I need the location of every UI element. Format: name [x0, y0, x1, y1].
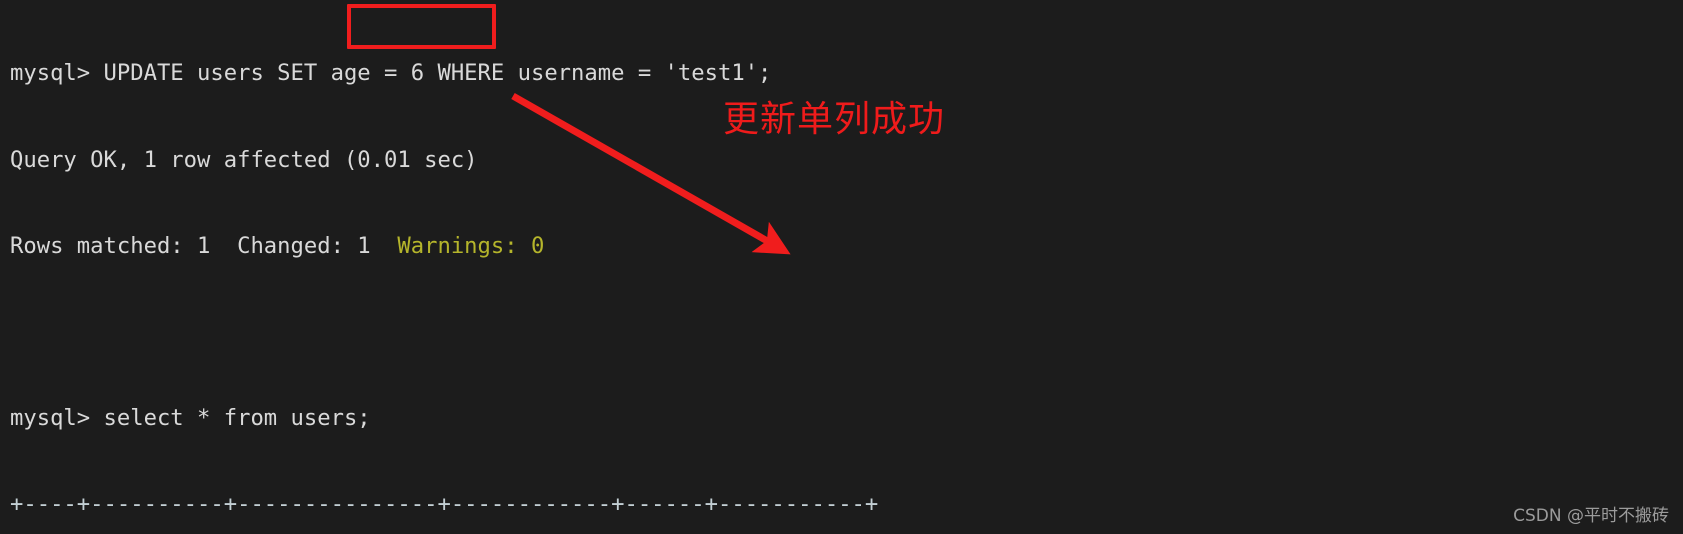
table-border-top: +----+----------+---------------+-------… [10, 490, 879, 517]
terminal-line: Query OK, 1 row affected (0.01 sec) [10, 146, 478, 173]
terminal-line: Rows matched: 1 Changed: 1 Warnings: 0 [10, 232, 878, 261]
warnings-text: Warnings: 0 [397, 232, 545, 259]
terminal-line: mysql> UPDATE users SET age = 6 WHERE us… [10, 60, 772, 87]
terminal-output[interactable]: mysql> UPDATE users SET age = 6 WHERE us… [10, 2, 878, 534]
watermark-text: CSDN @平时不搬砖 [1513, 506, 1669, 526]
highlight-rectangle [347, 4, 496, 49]
terminal-line: mysql> select * from users; [10, 404, 371, 431]
terminal-screenshot: mysql> UPDATE users SET age = 6 WHERE us… [0, 0, 1683, 534]
rows-matched-text: Rows matched: 1 Changed: 1 [10, 232, 398, 259]
annotation-note: 更新单列成功 [723, 99, 946, 140]
